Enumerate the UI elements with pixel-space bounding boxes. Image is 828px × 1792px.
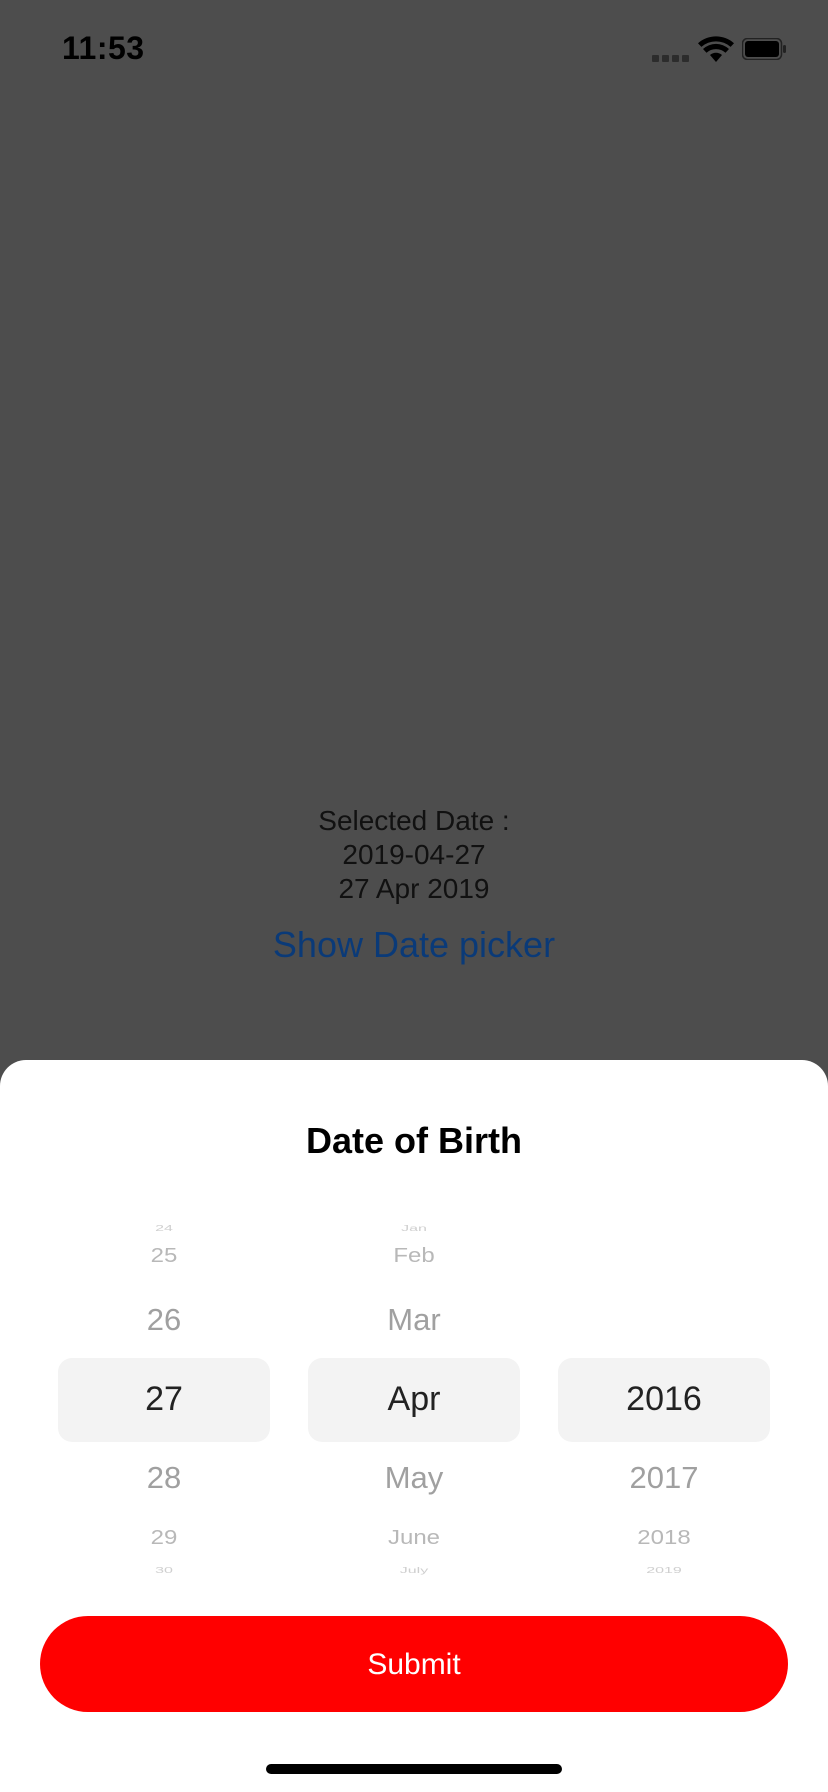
day-option[interactable]: 25 (58, 1244, 270, 1268)
day-option[interactable]: 28 (58, 1460, 270, 1496)
month-wheel[interactable]: Jan Feb Mar Apr May June July (308, 1220, 520, 1576)
submit-button[interactable]: Submit (40, 1616, 788, 1712)
year-selected[interactable]: 2016 (558, 1380, 770, 1419)
battery-icon (742, 38, 786, 60)
date-picker: 24 25 26 27 28 29 30 Jan Feb Mar Apr May… (0, 1220, 828, 1576)
day-option[interactable]: 30 (58, 1567, 270, 1576)
show-date-picker-link[interactable]: Show Date picker (0, 924, 828, 966)
year-wheel[interactable]: 2016 2017 2018 2019 (558, 1220, 770, 1576)
day-selected[interactable]: 27 (58, 1380, 270, 1419)
selected-date-label: Selected Date : (318, 805, 510, 836)
wifi-icon (698, 36, 734, 62)
month-option[interactable]: Jan (308, 1225, 520, 1234)
status-bar: 11:53 (0, 0, 828, 100)
month-option[interactable]: June (308, 1526, 520, 1550)
year-option[interactable]: 2018 (558, 1526, 770, 1550)
month-option[interactable]: May (308, 1460, 520, 1496)
day-option[interactable]: 26 (58, 1302, 270, 1338)
sheet-title: Date of Birth (306, 1120, 522, 1161)
day-option[interactable]: 24 (58, 1225, 270, 1234)
selected-date-iso: 2019-04-27 (342, 839, 486, 870)
year-option[interactable]: 2017 (558, 1460, 770, 1496)
status-time: 11:53 (62, 30, 145, 66)
year-option[interactable]: 2019 (558, 1567, 770, 1576)
cellular-signal-icon (652, 52, 692, 62)
day-wheel[interactable]: 24 25 26 27 28 29 30 (58, 1220, 270, 1576)
month-option[interactable]: July (308, 1567, 520, 1576)
home-indicator[interactable] (266, 1764, 562, 1774)
day-option[interactable]: 29 (58, 1526, 270, 1550)
month-selected[interactable]: Apr (308, 1380, 520, 1419)
month-option[interactable]: Feb (308, 1244, 520, 1268)
selected-date-info: Selected Date : 2019-04-27 27 Apr 2019 (0, 804, 828, 906)
month-option[interactable]: Mar (308, 1302, 520, 1338)
selected-date-long: 27 Apr 2019 (338, 873, 490, 904)
